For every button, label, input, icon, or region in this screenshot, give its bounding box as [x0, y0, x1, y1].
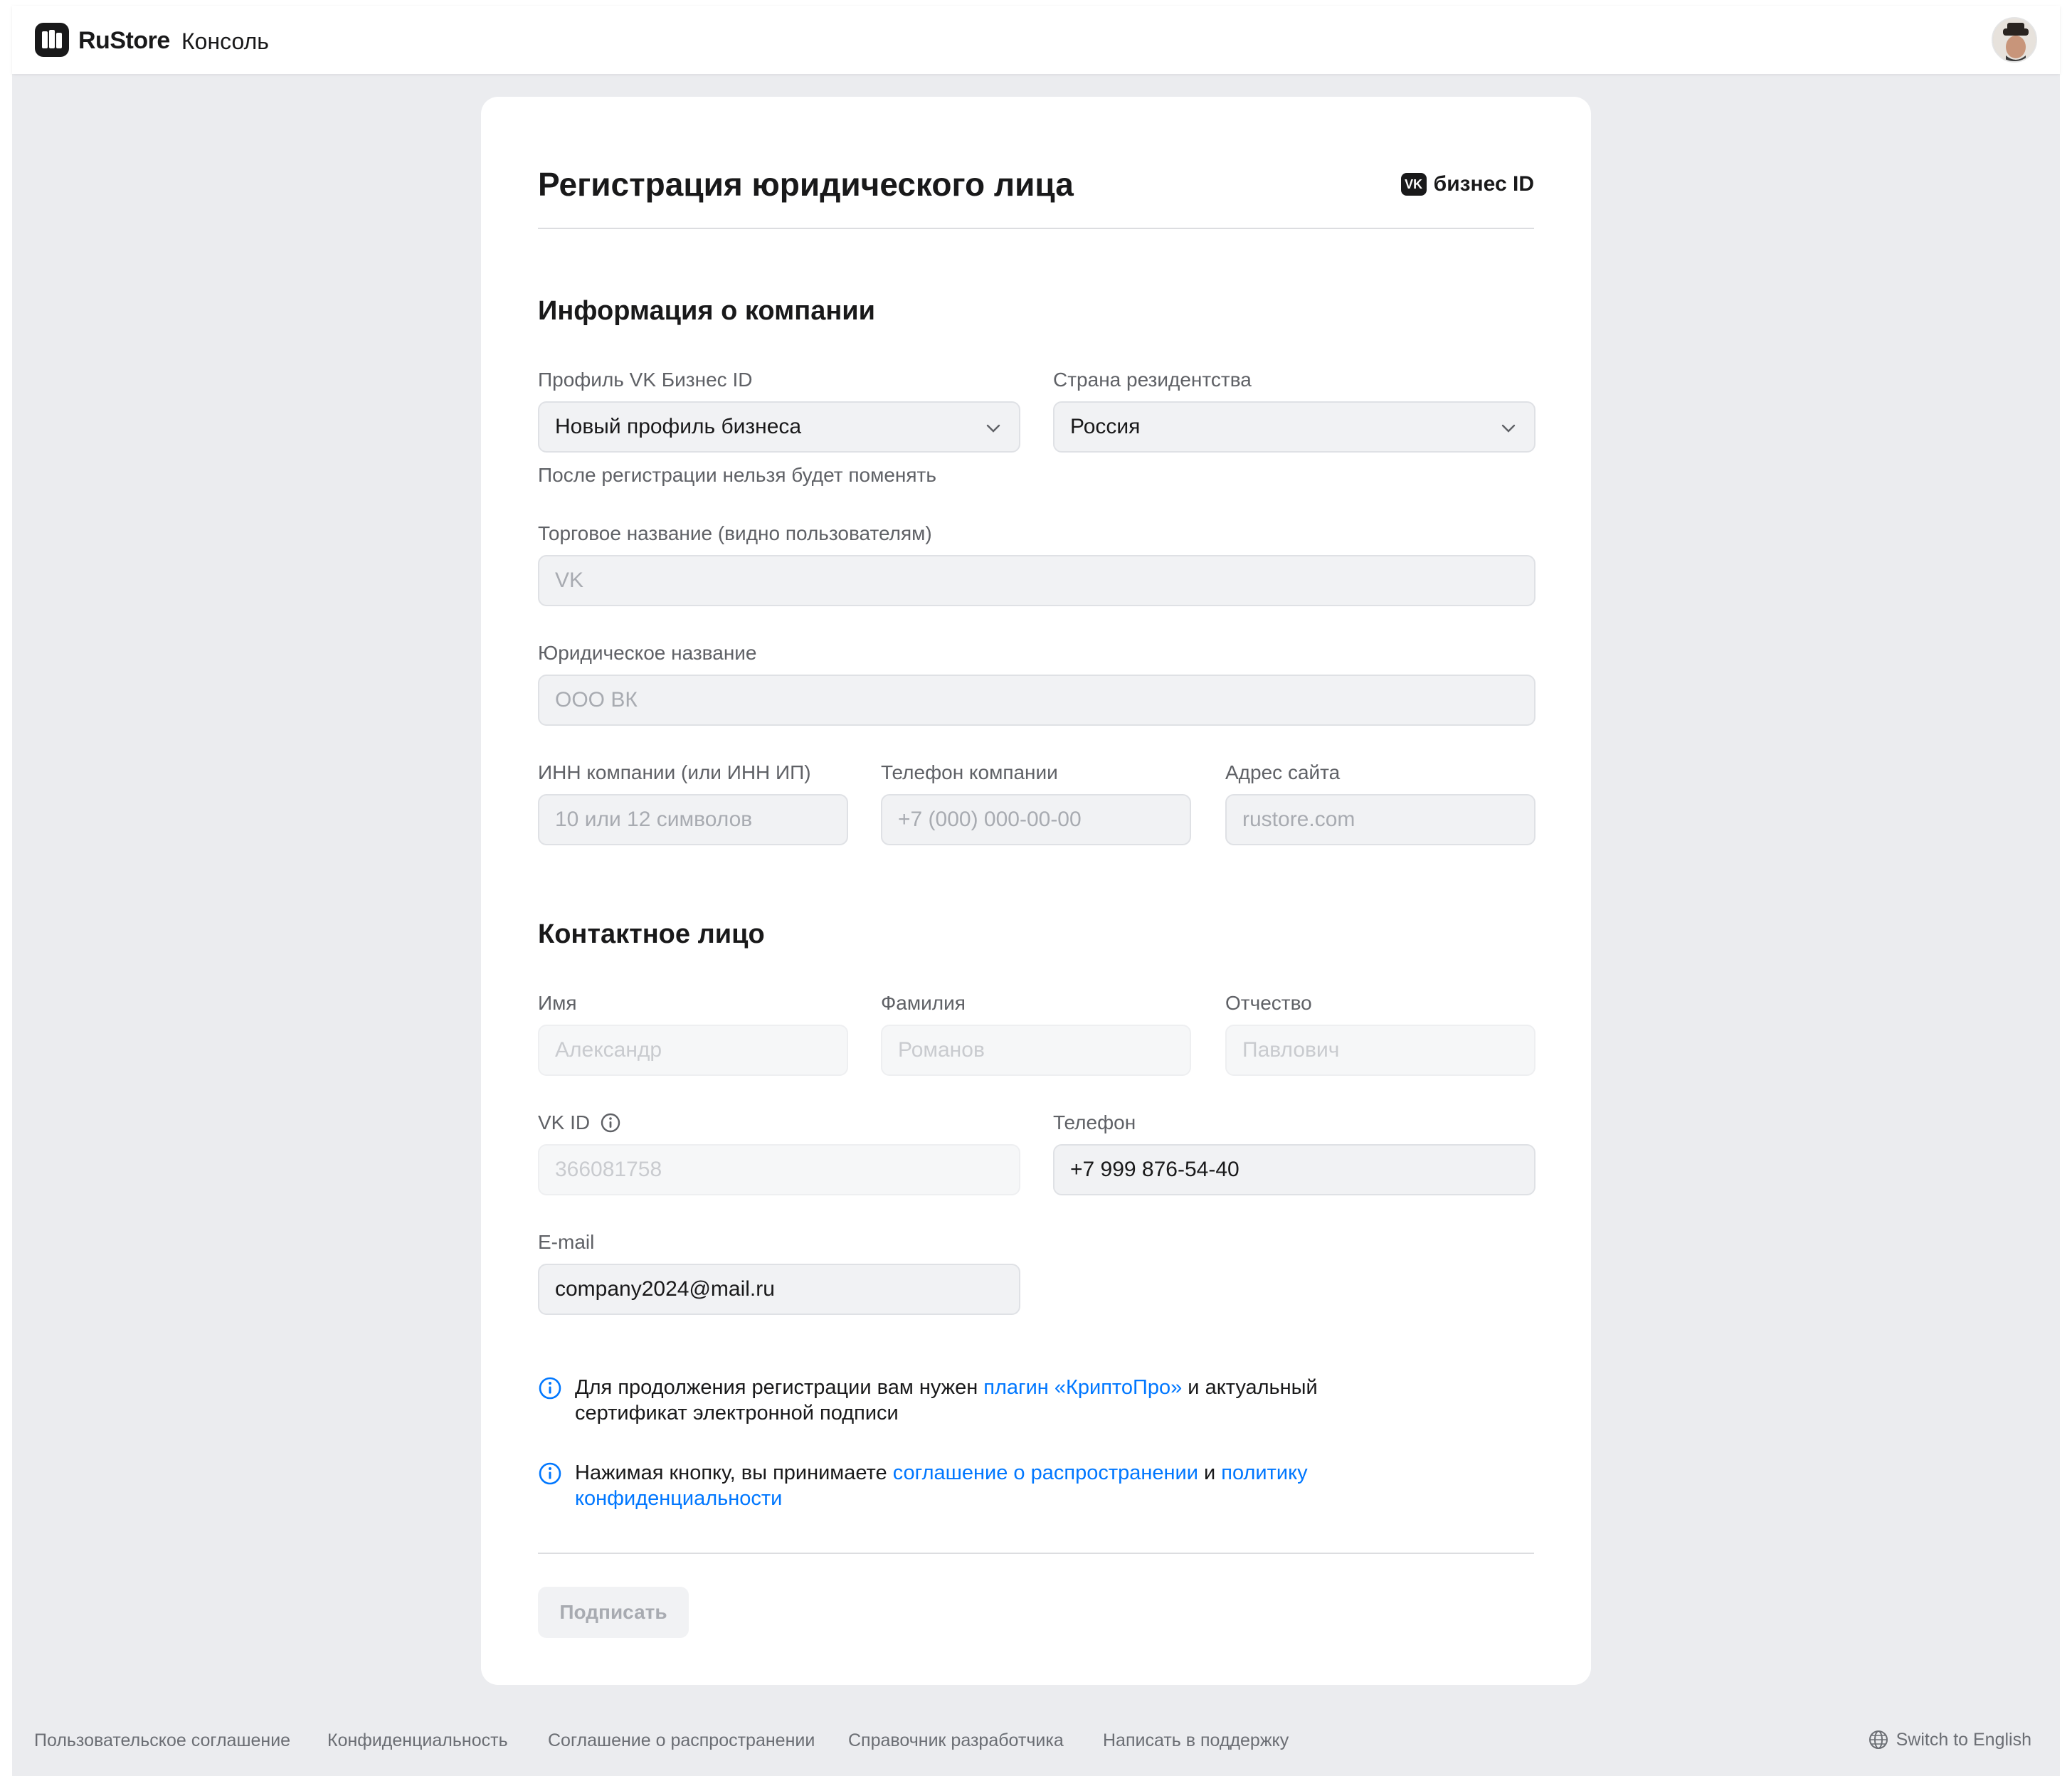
- inn-label: ИНН компании (или ИНН ИП): [538, 761, 811, 783]
- legal-name-input[interactable]: ООО ВК: [538, 675, 1536, 726]
- email-input[interactable]: company2024@mail.ru: [538, 1264, 1020, 1315]
- agreement-notice-text: Нажимая кнопку, вы принимаете соглашение…: [575, 1460, 1392, 1511]
- crypto-notice-text: Для продолжения регистрации вам нужен пл…: [575, 1375, 1392, 1426]
- title-divider: [538, 228, 1534, 229]
- country-select[interactable]: Россия: [1053, 401, 1536, 453]
- site-input[interactable]: rustore.com: [1225, 794, 1536, 845]
- trade-name-label: Торговое название (видно пользователям): [538, 522, 932, 544]
- language-switch-label: Switch to English: [1896, 1729, 2031, 1750]
- last-name-input[interactable]: Романов: [881, 1025, 1191, 1076]
- middle-name-input[interactable]: Павлович: [1225, 1025, 1536, 1076]
- footer-link-privacy[interactable]: Конфиденциальность: [327, 1730, 508, 1751]
- profile-hint: После регистрации нельзя будет поменять: [538, 464, 936, 486]
- phone-input[interactable]: +7 999 876-54-40: [1053, 1144, 1536, 1195]
- info-icon: [539, 1377, 561, 1400]
- email-label: E-mail: [538, 1231, 595, 1253]
- chevron-down-icon: [986, 424, 1000, 433]
- profile-label: Профиль VK Бизнес ID: [538, 369, 753, 391]
- agreement-prefix: Нажимая кнопку, вы принимаете: [575, 1462, 893, 1484]
- contact-section-title: Контактное лицо: [538, 919, 765, 949]
- last-name-label: Фамилия: [881, 992, 966, 1014]
- rustore-logo-icon[interactable]: [35, 23, 69, 57]
- distribution-agreement-link[interactable]: соглашение о распространении: [893, 1462, 1198, 1484]
- crypto-notice: Для продолжения регистрации вам нужен пл…: [538, 1375, 1392, 1426]
- footer-link-support[interactable]: Написать в поддержку: [1103, 1730, 1289, 1751]
- globe-icon: [1868, 1730, 1888, 1749]
- middle-name-label: Отчество: [1225, 992, 1312, 1014]
- company-phone-label: Телефон компании: [881, 761, 1058, 783]
- vk-business-id-badge: VK бизнес ID: [1400, 172, 1534, 196]
- agreement-notice: Нажимая кнопку, вы принимаете соглашение…: [538, 1460, 1392, 1511]
- site-label: Адрес сайта: [1225, 761, 1341, 783]
- chevron-down-icon: [1501, 424, 1516, 433]
- vkid-input[interactable]: 366081758: [538, 1144, 1020, 1195]
- vk-icon: VK: [1400, 173, 1427, 196]
- country-select-value: Россия: [1070, 415, 1141, 438]
- language-switch[interactable]: Switch to English: [1868, 1729, 2031, 1750]
- phone-label: Телефон: [1053, 1111, 1136, 1133]
- sign-button[interactable]: Подписать: [538, 1587, 689, 1638]
- submit-divider: [538, 1553, 1534, 1554]
- footer-link-dev-guide[interactable]: Справочник разработчика: [848, 1730, 1064, 1751]
- profile-select-value: Новый профиль бизнеса: [555, 415, 802, 438]
- page-title: Регистрация юридического лица: [538, 166, 1074, 203]
- first-name-input[interactable]: Александр: [538, 1025, 848, 1076]
- info-icon: [539, 1462, 561, 1485]
- footer: Пользовательское соглашение Конфиденциал…: [12, 1722, 2060, 1762]
- avatar[interactable]: [1992, 17, 2037, 63]
- footer-link-user-agreement[interactable]: Пользовательское соглашение: [34, 1730, 290, 1751]
- agreement-mid: и: [1198, 1462, 1222, 1484]
- business-id-label: бизнес ID: [1433, 172, 1534, 196]
- vkid-label: VK ID: [538, 1111, 591, 1133]
- company-phone-input[interactable]: +7 (000) 000-00-00: [881, 794, 1191, 845]
- info-icon[interactable]: [600, 1112, 621, 1133]
- footer-link-distribution[interactable]: Соглашение о распространении: [548, 1730, 815, 1751]
- inn-input[interactable]: 10 или 12 символов: [538, 794, 848, 845]
- registration-card: Регистрация юридического лица VK бизнес …: [481, 97, 1591, 1685]
- top-bar: RuStore Консоль: [12, 6, 2060, 74]
- vkid-label-row: VK ID: [538, 1111, 621, 1134]
- trade-name-input[interactable]: VK: [538, 555, 1536, 606]
- brand-name[interactable]: RuStore: [78, 27, 170, 55]
- crypto-notice-prefix: Для продолжения регистрации вам нужен: [575, 1376, 984, 1399]
- country-label: Страна резидентства: [1053, 369, 1252, 391]
- product-name[interactable]: Консоль: [181, 28, 269, 55]
- profile-select[interactable]: Новый профиль бизнеса: [538, 401, 1020, 453]
- first-name-label: Имя: [538, 992, 577, 1014]
- crypto-plugin-link[interactable]: плагин «КриптоПро»: [983, 1376, 1182, 1399]
- company-section-title: Информация о компании: [538, 296, 875, 326]
- legal-name-label: Юридическое название: [538, 642, 757, 664]
